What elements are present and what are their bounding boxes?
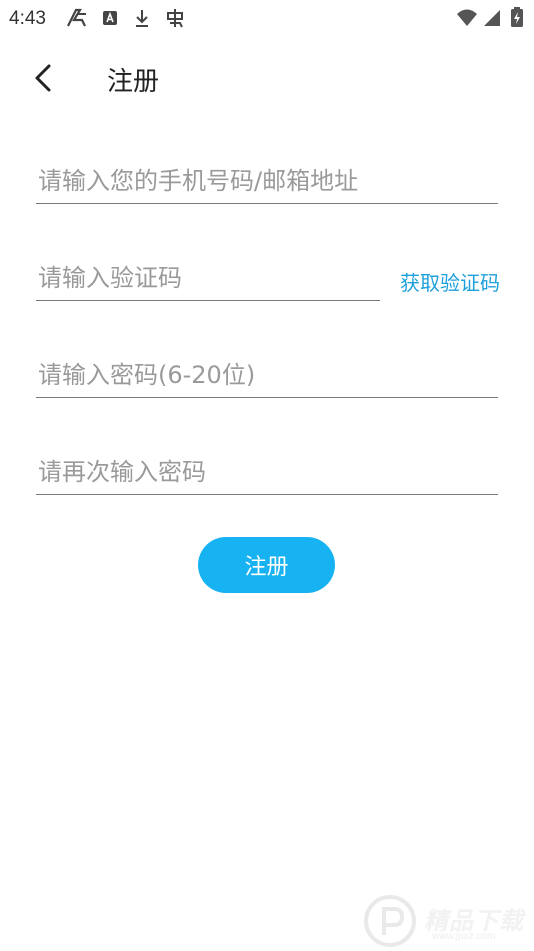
verification-code-input[interactable] bbox=[36, 255, 380, 300]
confirm-password-input[interactable] bbox=[36, 449, 498, 494]
signal-app-icon bbox=[66, 6, 88, 30]
page-title: 注册 bbox=[107, 67, 160, 97]
code-field bbox=[36, 255, 380, 301]
download-icon bbox=[133, 6, 151, 30]
account-input[interactable] bbox=[36, 158, 498, 203]
password-field bbox=[36, 352, 498, 398]
password-input[interactable] bbox=[36, 352, 498, 397]
battery-icon bbox=[510, 6, 524, 30]
status-time: 4:43 bbox=[9, 8, 46, 29]
back-button[interactable] bbox=[22, 56, 66, 100]
cell-signal-icon bbox=[482, 6, 502, 30]
account-field bbox=[36, 158, 498, 204]
get-code-button[interactable]: 获取验证码 bbox=[400, 267, 500, 296]
status-bar: 4:43 bbox=[0, 0, 534, 38]
wifi-icon bbox=[456, 6, 478, 30]
bug-icon bbox=[163, 6, 187, 30]
chevron-left-icon bbox=[35, 64, 51, 92]
watermark-logo-icon bbox=[364, 895, 416, 947]
register-button[interactable]: 注册 bbox=[198, 537, 335, 593]
watermark: 精品下载 www.jpxz.com bbox=[362, 893, 532, 949]
confirm-password-field bbox=[36, 449, 498, 495]
a-box-icon bbox=[101, 6, 119, 30]
watermark-url: www.jpxz.com bbox=[432, 931, 496, 942]
